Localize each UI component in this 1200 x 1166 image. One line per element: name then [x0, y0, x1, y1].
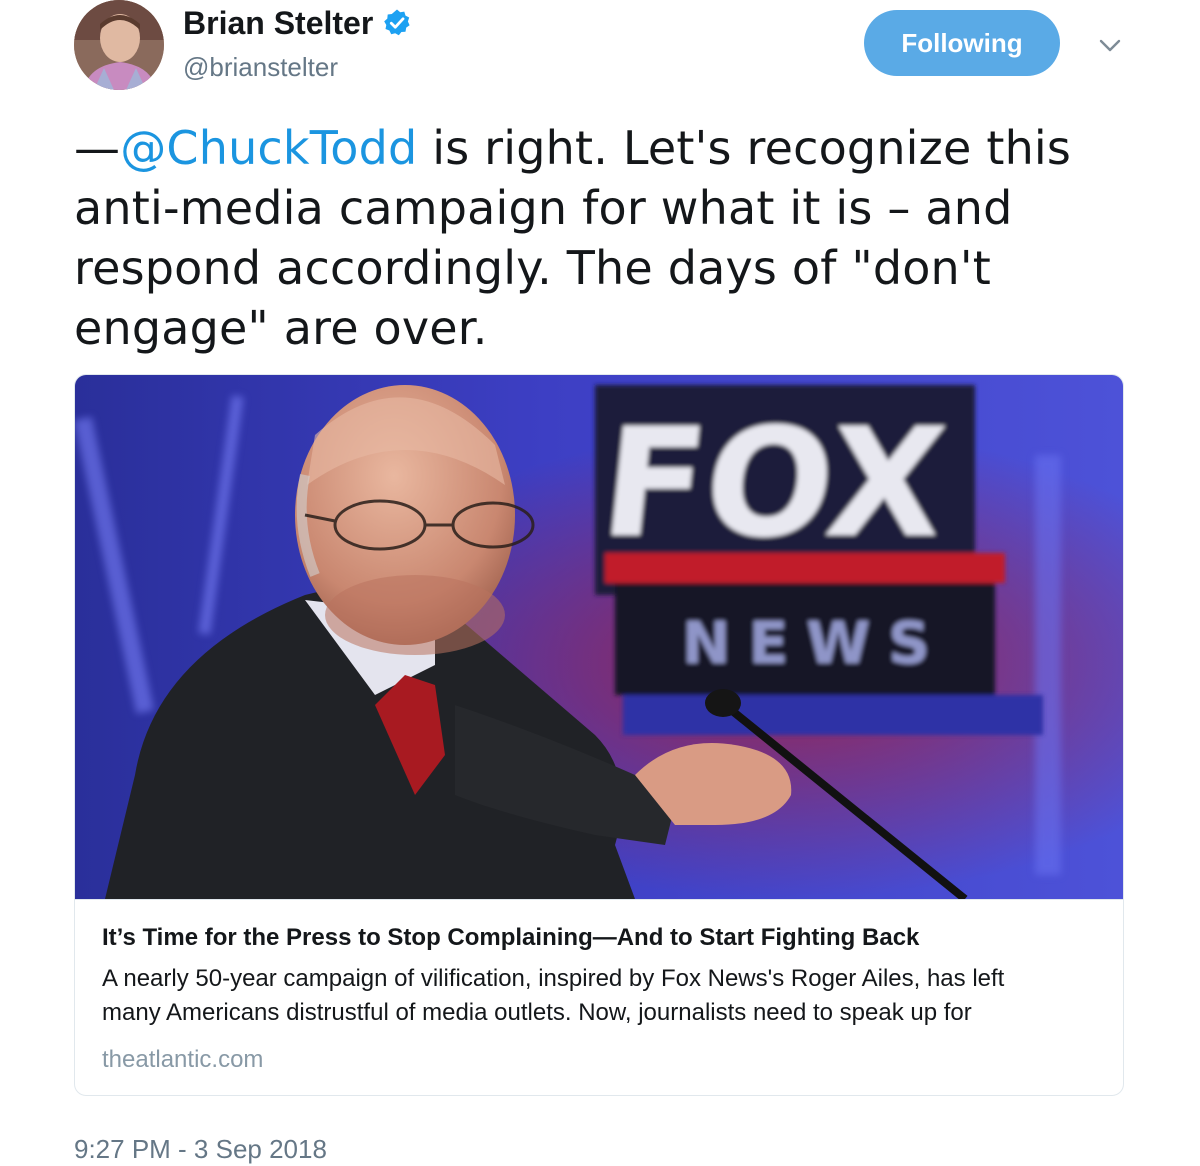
avatar[interactable] — [74, 0, 164, 90]
author-handle[interactable]: @brianstelter — [183, 50, 338, 84]
logo-sub-text: NEWS — [682, 609, 948, 677]
card-text-area[interactable]: It’s Time for the Press to Stop Complain… — [75, 899, 1123, 1095]
link-card[interactable]: FOX NEWS It’s Time for the Press to Stop… — [74, 374, 1124, 1096]
following-button[interactable]: Following — [864, 10, 1060, 76]
verified-badge-icon — [384, 9, 410, 36]
card-description-line: many Americans distrustful of media outl… — [102, 999, 972, 1026]
card-domain[interactable]: theatlantic.com — [102, 1044, 263, 1076]
card-image[interactable]: FOX NEWS — [75, 375, 1123, 899]
tweet-line: respond accordingly. The days of "don't — [74, 241, 991, 295]
tweet-line: anti-media campaign for what it is – and — [74, 181, 1013, 235]
tweet-dash: — — [74, 121, 121, 175]
avatar-photo — [74, 0, 164, 90]
card-description-line: A nearly 50-year campaign of vilificatio… — [102, 965, 1005, 992]
tweet-line: —@ChuckTodd is right. Let's recognize th… — [74, 118, 1144, 178]
mention-link[interactable]: @ChuckTodd — [120, 121, 417, 175]
logo-main-text: FOX — [594, 396, 953, 571]
tweet-line: engage" are over. — [74, 301, 488, 355]
card-description: A nearly 50-year campaign of vilificatio… — [102, 962, 1102, 1030]
card-title[interactable]: It’s Time for the Press to Stop Complain… — [102, 922, 1102, 954]
chevron-down-icon[interactable] — [1096, 32, 1124, 60]
tweet-timestamp[interactable]: 9:27 PM - 3 Sep 2018 — [74, 1132, 327, 1166]
author-name-row[interactable]: Brian Stelter — [183, 2, 412, 44]
tweet-text: —@ChuckTodd is right. Let's recognize th… — [74, 118, 1144, 358]
tweet-line-text: is right. Let's recognize this — [417, 121, 1072, 175]
author-display-name[interactable]: Brian Stelter — [183, 2, 373, 44]
